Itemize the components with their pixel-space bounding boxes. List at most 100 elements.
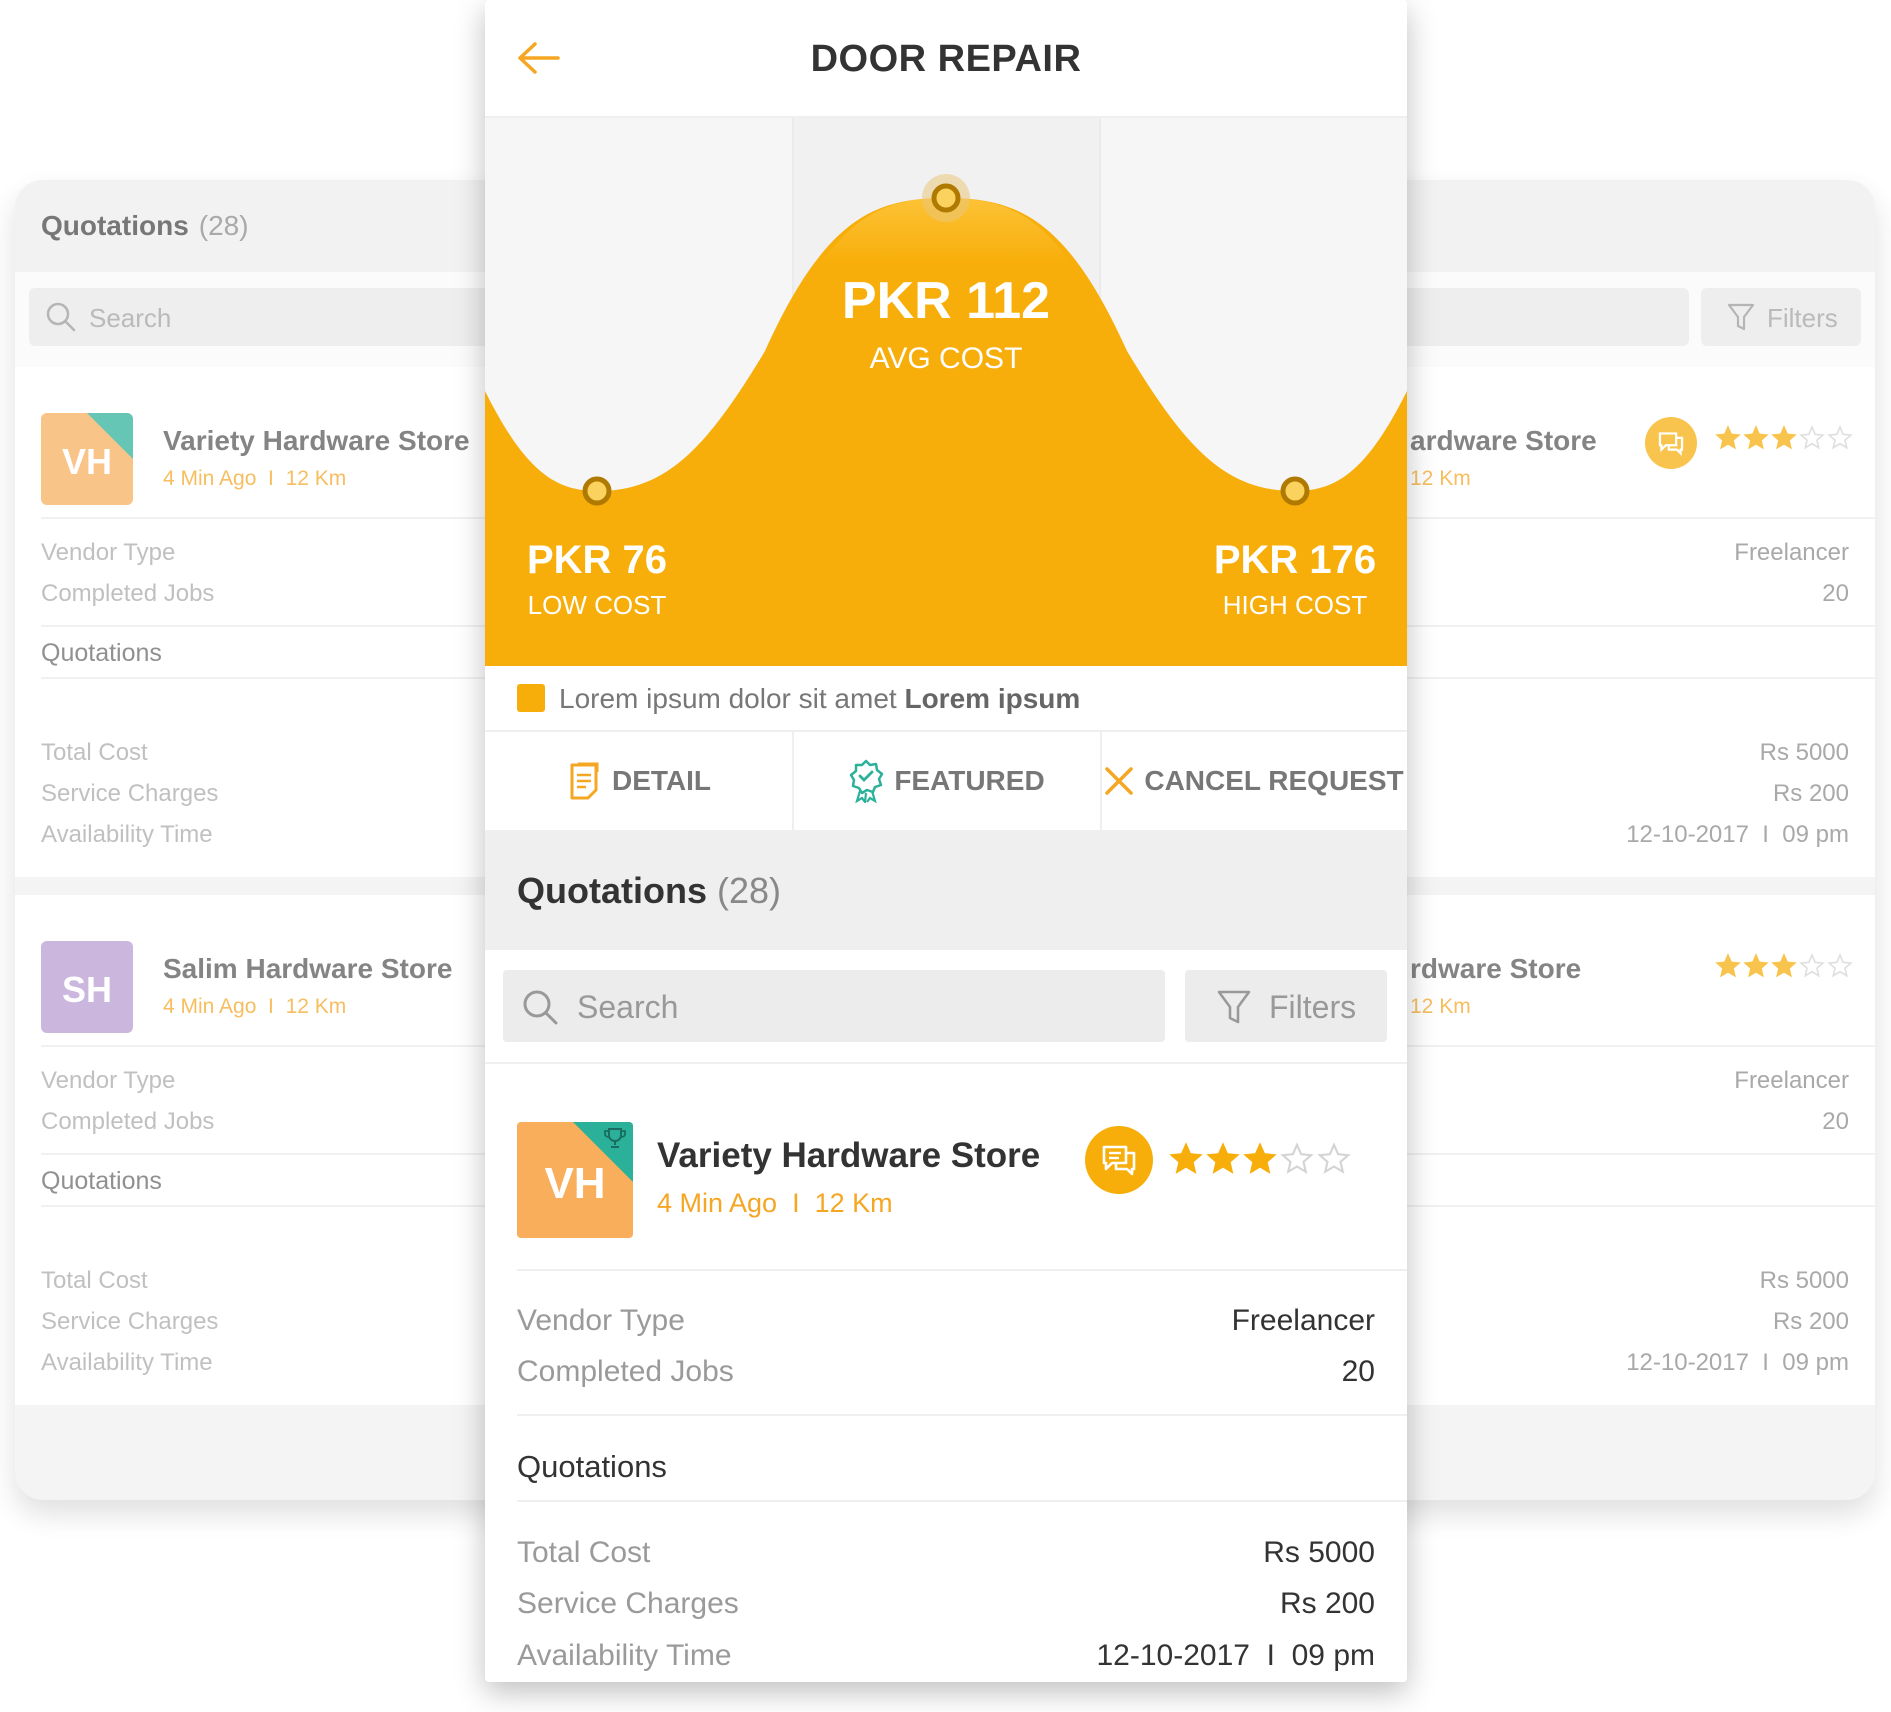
low-cost-label: LOW COST <box>528 590 667 620</box>
quotations-header: Quotations (28) <box>485 832 1407 950</box>
trophy-icon <box>604 1128 626 1148</box>
star-filled-icon <box>1771 425 1797 450</box>
detail-button[interactable]: DETAIL <box>485 732 794 830</box>
featured-label: FEATURED <box>894 765 1045 796</box>
total-cost-value: Rs 5000 <box>1759 1267 1849 1294</box>
completed-jobs-value: 20 <box>1822 580 1849 607</box>
vendor-type-label: Vendor Type <box>41 1067 176 1094</box>
star-filled-icon <box>1715 425 1741 450</box>
star-filled-icon <box>1169 1142 1203 1174</box>
service-charges-value: Rs 200 <box>1772 780 1849 807</box>
avg-cost-marker <box>931 183 961 213</box>
rating-stars <box>1715 953 1853 979</box>
star-empty-icon <box>1317 1142 1351 1174</box>
service-charges-value: Rs 200 <box>1279 1587 1375 1620</box>
star-filled-icon <box>1771 953 1797 978</box>
availability-time-value: 12-10-2017 I 09 pm <box>1626 1349 1849 1376</box>
star-empty-icon <box>1799 425 1825 450</box>
legend-text: Lorem ipsum dolor sit amet Lorem ipsum <box>559 683 1081 714</box>
quotations-section-title: Quotations <box>41 639 162 667</box>
legend-swatch <box>517 684 545 712</box>
cancel-request-button[interactable]: CANCEL REQUEST <box>1101 732 1407 830</box>
search-icon <box>46 302 76 332</box>
vendor-meta: 4 Min Ago I 12 Km <box>163 995 347 1018</box>
star-filled-icon <box>1743 425 1769 450</box>
page-title: DOOR REPAIR <box>810 38 1082 80</box>
star-filled-icon <box>1715 953 1741 978</box>
avg-cost-label: AVG COST <box>870 342 1023 375</box>
service-charges-value: Rs 200 <box>1772 1308 1849 1335</box>
total-cost-label: Total Cost <box>517 1536 651 1569</box>
divider <box>517 1500 1407 1502</box>
search-input[interactable]: Search <box>503 970 1165 1042</box>
chart-legend: Lorem ipsum dolor sit amet Lorem ipsum <box>485 666 1407 732</box>
service-charges-label: Service Charges <box>41 780 219 807</box>
avatar: VH <box>41 413 133 505</box>
avatar: VH <box>517 1122 633 1238</box>
completed-jobs-label: Completed Jobs <box>517 1355 734 1388</box>
document-icon <box>570 762 599 800</box>
total-cost-value: Rs 5000 <box>1263 1536 1375 1569</box>
featured-button[interactable]: FEATURED <box>793 732 1102 830</box>
total-cost-label: Total Cost <box>41 739 148 766</box>
star-empty-icon <box>1280 1142 1314 1174</box>
star-filled-icon <box>1243 1142 1277 1174</box>
avg-cost-value: PKR 112 <box>842 272 1050 330</box>
avatar-initials: SH <box>61 969 112 1010</box>
vendor-meta: 4 Min Ago I 12 Km <box>163 467 347 490</box>
chat-button[interactable] <box>1085 1126 1153 1194</box>
star-empty-icon <box>1799 953 1825 978</box>
avatar: SH <box>41 941 133 1033</box>
completed-jobs-value: 20 <box>1341 1355 1375 1388</box>
quotations-section-title: Quotations <box>517 1449 667 1484</box>
vendor-meta-right: 12 Km <box>1410 467 1471 490</box>
vendor-quotation-card[interactable]: VH Variety Hardware Store 4 Min Ago I 12… <box>485 1064 1407 1682</box>
star-empty-icon <box>1827 425 1853 450</box>
bg-search-placeholder: Search <box>89 303 172 333</box>
filters-button[interactable]: Filters <box>1185 970 1387 1042</box>
chat-icon <box>1658 432 1684 456</box>
low-cost-value: PKR 76 <box>527 538 667 582</box>
divider <box>517 1269 1407 1271</box>
award-badge-icon <box>850 759 884 803</box>
bg-filters-label: Filters <box>1767 303 1838 333</box>
vendor-type-label: Vendor Type <box>517 1304 685 1337</box>
vendor-name: Salim Hardware Store <box>163 953 453 984</box>
completed-jobs-label: Completed Jobs <box>41 580 215 607</box>
bg-filters-button[interactable]: Filters <box>1701 288 1861 346</box>
filters-label: Filters <box>1269 989 1357 1025</box>
high-cost-marker <box>1280 476 1310 506</box>
chat-button[interactable] <box>1645 417 1697 469</box>
vendor-type-value: Freelancer <box>1734 1067 1849 1094</box>
vendor-name-right: ardware Store <box>1410 425 1597 456</box>
low-cost-marker <box>582 476 612 506</box>
quotations-title: Quotations (28) <box>517 870 782 911</box>
total-cost-value: Rs 5000 <box>1759 739 1849 766</box>
vendor-type-value: Freelancer <box>1734 539 1849 566</box>
quotations-section-title: Quotations <box>41 1167 162 1195</box>
filter-icon <box>1217 990 1251 1024</box>
search-row: Search Filters <box>485 950 1407 1064</box>
vendor-name: Variety Hardware Store <box>657 1136 1041 1175</box>
detail-label: DETAIL <box>611 765 712 796</box>
rating-stars <box>1169 1142 1351 1176</box>
availability-time-value: 12-10-2017 I 09 pm <box>1626 821 1849 848</box>
availability-time-label: Availability Time <box>41 1349 213 1376</box>
chat-icon <box>1102 1145 1136 1176</box>
vendor-meta: 4 Min Ago I 12 Km <box>657 1188 893 1218</box>
avatar-initials: VH <box>61 441 112 482</box>
service-charges-label: Service Charges <box>517 1587 739 1620</box>
vendor-type-label: Vendor Type <box>41 539 176 566</box>
search-icon <box>523 990 558 1025</box>
completed-jobs-label: Completed Jobs <box>41 1108 215 1135</box>
bg-quotations-title: Quotations (28) <box>41 210 249 241</box>
filter-icon <box>1727 303 1755 331</box>
cancel-request-label: CANCEL REQUEST <box>1144 765 1404 796</box>
availability-time-label: Availability Time <box>41 821 213 848</box>
divider <box>517 1414 1407 1416</box>
cost-range-chart: PKR 112 AVG COST PKR 76 LOW COST PKR 176 HIGH… <box>485 118 1407 666</box>
vendor-type-value: Freelancer <box>1231 1304 1375 1337</box>
star-filled-icon <box>1743 953 1769 978</box>
total-cost-label: Total Cost <box>41 1267 148 1294</box>
search-placeholder: Search <box>577 989 679 1025</box>
